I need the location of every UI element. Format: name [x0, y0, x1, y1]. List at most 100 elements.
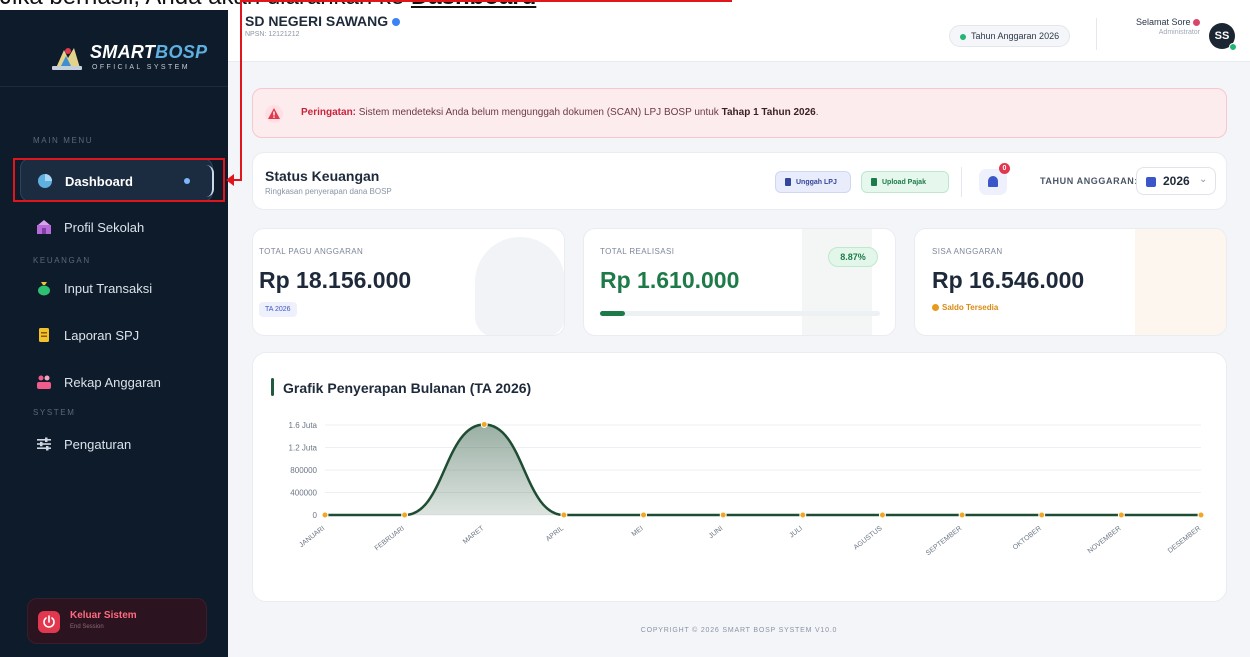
sisa-anggaran-card: SISA ANGGARAN Rp 16.546.000 Saldo Tersed…: [914, 228, 1227, 336]
logout-subtitle: End Session: [70, 624, 104, 630]
alert-message: Peringatan: Sistem mendeteksi Anda belum…: [301, 107, 819, 118]
data-point: [878, 511, 886, 519]
fiscal-year-select[interactable]: 2026 ⌄: [1136, 167, 1216, 195]
monthly-area-chart: 0 400000 800000 1.2 Juta 1.6 Juta JANUARI FEBR…: [289, 420, 1205, 557]
data-point: [640, 511, 648, 519]
x-tick-label: JULI: [788, 525, 804, 539]
npsn-label: NPSN: 12121212: [245, 31, 300, 38]
data-point: [321, 511, 329, 519]
data-point: [480, 420, 488, 428]
sun-icon: [1193, 19, 1200, 26]
sisa-label: SISA ANGGARAN: [932, 247, 1003, 256]
header-divider: [1096, 18, 1097, 50]
sidebar-item-label: Pengaturan: [64, 437, 132, 452]
realisasi-label: TOTAL REALISASI: [600, 247, 675, 256]
online-status-dot: [1229, 43, 1237, 51]
pagu-value: Rp 18.156.000: [259, 267, 412, 293]
chart-watermark-icon: [802, 229, 872, 335]
x-tick-label: OKTOBER: [1012, 525, 1043, 552]
data-point: [401, 511, 409, 519]
school-icon: [37, 220, 51, 234]
sliders-icon: [37, 437, 51, 451]
smartbosp-logo-icon: [52, 48, 82, 70]
x-tick-label: APRIL: [545, 525, 565, 543]
sidebar-item-label: Rekap Anggaran: [64, 375, 161, 390]
upload-lpj-button[interactable]: Unggah LPJ: [775, 171, 851, 193]
brand-title: SMARTBOSP: [90, 42, 208, 62]
sidebar-item-label: Input Transaksi: [64, 281, 153, 296]
total-pagu-card: TOTAL PAGU ANGGARAN Rp 18.156.000 TA 202…: [252, 228, 565, 336]
file-icon: [785, 178, 791, 186]
data-point: [1117, 511, 1125, 519]
annotation-highlight-box: [13, 158, 225, 202]
status-dot-icon: [960, 34, 966, 40]
sidebar-item-profil-sekolah[interactable]: Profil Sekolah: [20, 205, 213, 249]
user-avatar[interactable]: SS: [1209, 23, 1237, 51]
sidebar-divider: [0, 86, 228, 87]
check-circle-icon: [932, 304, 939, 311]
y-tick-label: 800000: [290, 466, 317, 475]
status-keuangan-card: Status Keuangan Ringkasan penyerapan dan…: [252, 152, 1227, 210]
file-icon: [871, 178, 877, 186]
x-tick-label: FEBRUARI: [374, 525, 406, 552]
wallet-watermark-icon: [1135, 229, 1226, 335]
power-icon: [38, 611, 60, 633]
y-tick-label: 1.6 Juta: [289, 421, 318, 430]
section-system: SYSTEM: [33, 408, 76, 417]
brand-logo[interactable]: SMARTBOSP OFFICIAL SYSTEM: [46, 42, 216, 82]
realisasi-progress-bar: [600, 311, 880, 316]
realisasi-percent-badge: 8.87%: [828, 247, 878, 267]
data-point: [958, 511, 966, 519]
logout-title: Keluar Sistem: [70, 610, 137, 621]
upload-pajak-button[interactable]: Upload Pajak: [861, 171, 949, 193]
top-header: SD NEGERI SAWANG NPSN: 12121212 Tahun An…: [228, 10, 1250, 62]
warning-alert: Peringatan: Sistem mendeteksi Anda belum…: [252, 88, 1227, 138]
x-tick-label: JUNI: [708, 525, 725, 540]
y-tick-label: 400000: [290, 489, 317, 498]
data-point: [719, 511, 727, 519]
x-tick-label: MARET: [462, 525, 486, 546]
section-keuangan: KEUANGAN: [33, 256, 91, 265]
sidebar-item-input-transaksi[interactable]: Input Transaksi: [20, 266, 213, 310]
saldo-note: Saldo Tersedia: [932, 303, 998, 312]
x-tick-label: MEI: [631, 525, 645, 538]
fiscal-year-value: 2026: [1163, 174, 1190, 188]
school-name: SD NEGERI SAWANG: [245, 13, 401, 29]
annotation-line: [240, 0, 732, 2]
sisa-value: Rp 16.546.000: [932, 267, 1085, 293]
sidebar: SMARTBOSP OFFICIAL SYSTEM MAIN MENU Dash…: [0, 10, 228, 657]
realisasi-value: Rp 1.610.000: [600, 267, 740, 293]
annotation-arrow-icon: [226, 174, 234, 186]
chart-people-icon: [37, 375, 51, 389]
notification-button[interactable]: 0: [979, 163, 1010, 195]
data-point: [799, 511, 807, 519]
sidebar-item-pengaturan[interactable]: Pengaturan: [20, 422, 213, 466]
sidebar-item-label: Profil Sekolah: [64, 220, 145, 235]
chart-title-accent: [271, 378, 274, 396]
verified-badge-icon: [392, 18, 401, 27]
data-point: [1038, 511, 1046, 519]
data-point: [1197, 511, 1205, 519]
status-title: Status Keuangan: [265, 168, 380, 184]
brand-subtitle: OFFICIAL SYSTEM: [92, 64, 190, 71]
pagu-year-tag: TA 2026: [259, 302, 297, 317]
sidebar-item-rekap-anggaran[interactable]: Rekap Anggaran: [20, 360, 213, 404]
money-bag-icon: [38, 282, 50, 296]
monthly-chart-card: Grafik Penyerapan Bulanan (TA 2026) 0 400…: [252, 352, 1227, 602]
annotation-line: [240, 0, 242, 180]
main-content: SD NEGERI SAWANG NPSN: 12121212 Tahun An…: [228, 10, 1250, 657]
x-tick-label: NOVEMBER: [1087, 525, 1123, 555]
logout-button[interactable]: Keluar Sistem End Session: [27, 598, 207, 644]
x-tick-label: DESEMBER: [1167, 525, 1202, 555]
y-tick-label: 0: [313, 511, 318, 520]
data-point: [560, 511, 568, 519]
x-tick-label: AGUSTUS: [853, 525, 884, 552]
footer-copyright: COPYRIGHT © 2026 SMART BOSP SYSTEM V10.0: [640, 627, 838, 634]
greeting-text: Selamat Sore: [1136, 17, 1200, 27]
fiscal-year-pill: Tahun Anggaran 2026: [949, 25, 1070, 47]
notification-badge: 0: [999, 163, 1010, 174]
x-tick-label: SEPTEMBER: [925, 525, 963, 557]
sidebar-item-laporan-spj[interactable]: Laporan SPJ: [20, 313, 213, 357]
status-subtitle: Ringkasan penyerapan dana BOSP: [265, 187, 392, 196]
realisasi-progress-fill: [600, 311, 626, 316]
